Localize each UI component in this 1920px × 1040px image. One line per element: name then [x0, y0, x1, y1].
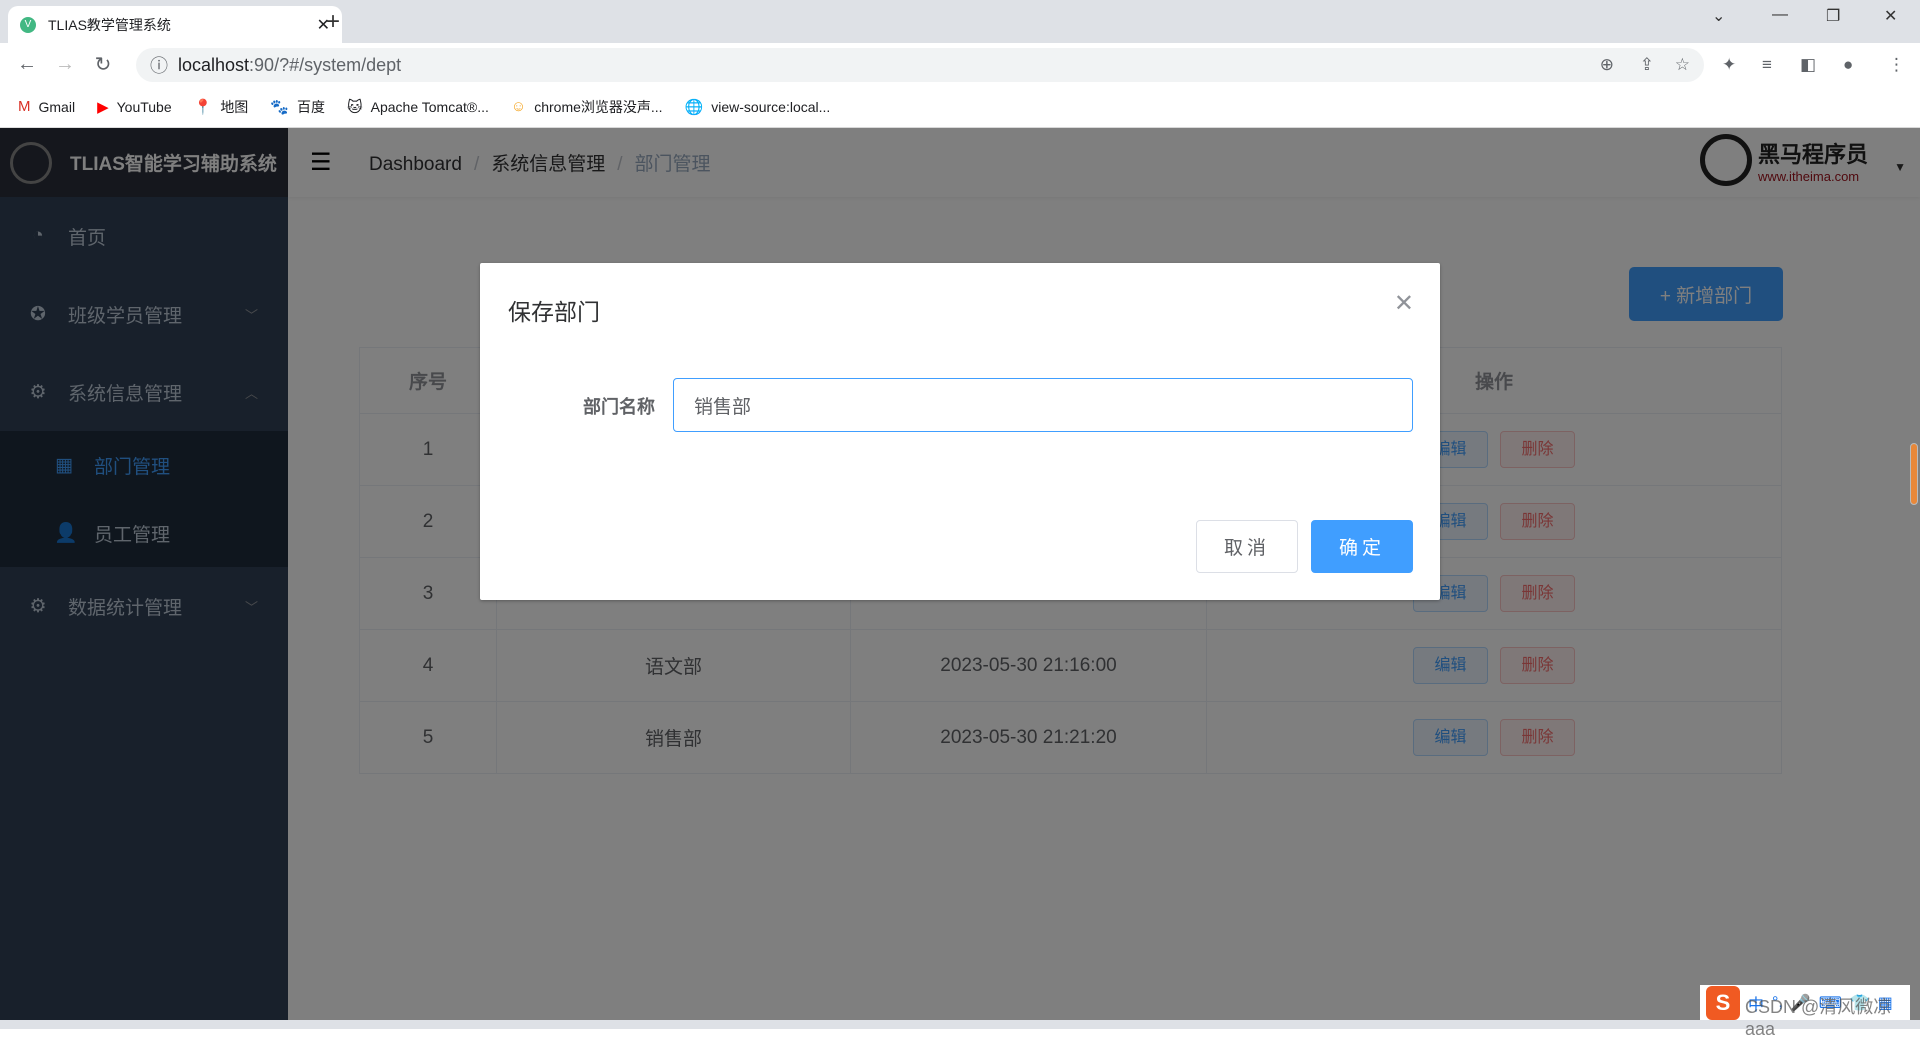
- dept-name-input[interactable]: [673, 378, 1413, 432]
- taskbar-strip: [0, 1020, 1920, 1029]
- side-panel-icon[interactable]: ◧: [1800, 55, 1816, 75]
- sogou-logo-icon: S: [1706, 985, 1740, 1020]
- restore-icon[interactable]: ❐: [1826, 6, 1840, 26]
- tab-search-icon[interactable]: ⌄: [1712, 6, 1725, 26]
- url-input[interactable]: ⓘ localhost:90/?#/system/dept ⊕ ⇪ ☆: [136, 48, 1704, 82]
- bookmark-view-source[interactable]: 🌐 view-source:local...: [685, 98, 831, 116]
- extensions-icon[interactable]: ✦: [1722, 55, 1736, 75]
- bookmark-tomcat[interactable]: 🐱 Apache Tomcat®...: [347, 98, 489, 116]
- star-icon[interactable]: ☆: [1675, 55, 1690, 75]
- bookmark-label: chrome浏览器没声...: [534, 98, 663, 115]
- reload-icon[interactable]: ↻: [84, 52, 122, 77]
- media-icon[interactable]: ≡: [1762, 55, 1772, 75]
- bookmark-label: view-source:local...: [711, 98, 831, 115]
- back-icon[interactable]: ←: [8, 53, 46, 76]
- bookmark-gmail[interactable]: M Gmail: [18, 98, 75, 115]
- bookmark-label: Apache Tomcat®...: [370, 98, 489, 115]
- url-host: localhost: [178, 54, 250, 75]
- close-icon[interactable]: ✕: [1394, 289, 1414, 318]
- bookmark-label: Gmail: [38, 98, 76, 115]
- confirm-button[interactable]: 确定: [1311, 520, 1413, 573]
- vue-favicon-icon: V: [20, 16, 36, 33]
- bookmark-label: 地图: [220, 98, 249, 115]
- menu-icon[interactable]: ⋮: [1888, 55, 1905, 75]
- browser-tabbar: V TLIAS教学管理系统 ✕ + ⌄ — ❐ ✕: [0, 0, 1920, 43]
- bookmark-label: 百度: [297, 98, 325, 115]
- field-label: 部门名称: [583, 397, 655, 417]
- bookmark-label: YouTube: [116, 98, 172, 115]
- forward-icon[interactable]: →: [46, 53, 84, 76]
- info-icon[interactable]: ⓘ: [150, 52, 168, 78]
- bookmark-baidu[interactable]: 🐾 百度: [270, 97, 325, 117]
- smile-icon: ☺: [510, 98, 527, 115]
- browser-tab[interactable]: V TLIAS教学管理系统 ✕: [8, 6, 342, 43]
- tomcat-icon: 🐱: [347, 98, 363, 116]
- bookmarks-bar: M Gmail ▶ YouTube 📍 地图 🐾 百度 🐱 Apache Tomcat®.…: [0, 86, 1920, 128]
- close-window-icon[interactable]: ✕: [1884, 6, 1897, 26]
- scrollbar-thumb[interactable]: [1910, 443, 1918, 505]
- globe-icon: 🌐: [684, 98, 704, 116]
- zoom-icon[interactable]: ⊕: [1600, 55, 1614, 75]
- dialog-title: 保存部门: [508, 299, 600, 325]
- share-icon[interactable]: ⇪: [1640, 55, 1654, 75]
- bookmark-maps[interactable]: 📍 地图: [194, 97, 249, 117]
- bookmark-chrome-sound[interactable]: ☺ chrome浏览器没声...: [511, 97, 663, 117]
- bookmark-youtube[interactable]: ▶ YouTube: [97, 98, 172, 116]
- url-path: :90/?#/system/dept: [249, 54, 402, 75]
- minimize-icon[interactable]: —: [1772, 6, 1788, 24]
- save-dept-dialog: 保存部门 ✕ 部门名称 取消 确定: [480, 263, 1440, 600]
- new-tab-button[interactable]: +: [326, 8, 340, 36]
- watermark: CSDN @清风微凉 aaa: [1745, 997, 1892, 1039]
- baidu-icon: 🐾: [270, 98, 289, 116]
- maps-icon: 📍: [193, 98, 213, 116]
- address-bar-row: ← → ↻ ⓘ localhost:90/?#/system/dept ⊕ ⇪ ☆ ✦…: [0, 43, 1920, 86]
- youtube-icon: ▶: [97, 98, 109, 116]
- tab-title: TLIAS教学管理系统: [48, 16, 171, 33]
- cancel-button[interactable]: 取消: [1196, 520, 1298, 573]
- profile-icon[interactable]: ●: [1843, 55, 1853, 75]
- gmail-icon: M: [18, 98, 31, 115]
